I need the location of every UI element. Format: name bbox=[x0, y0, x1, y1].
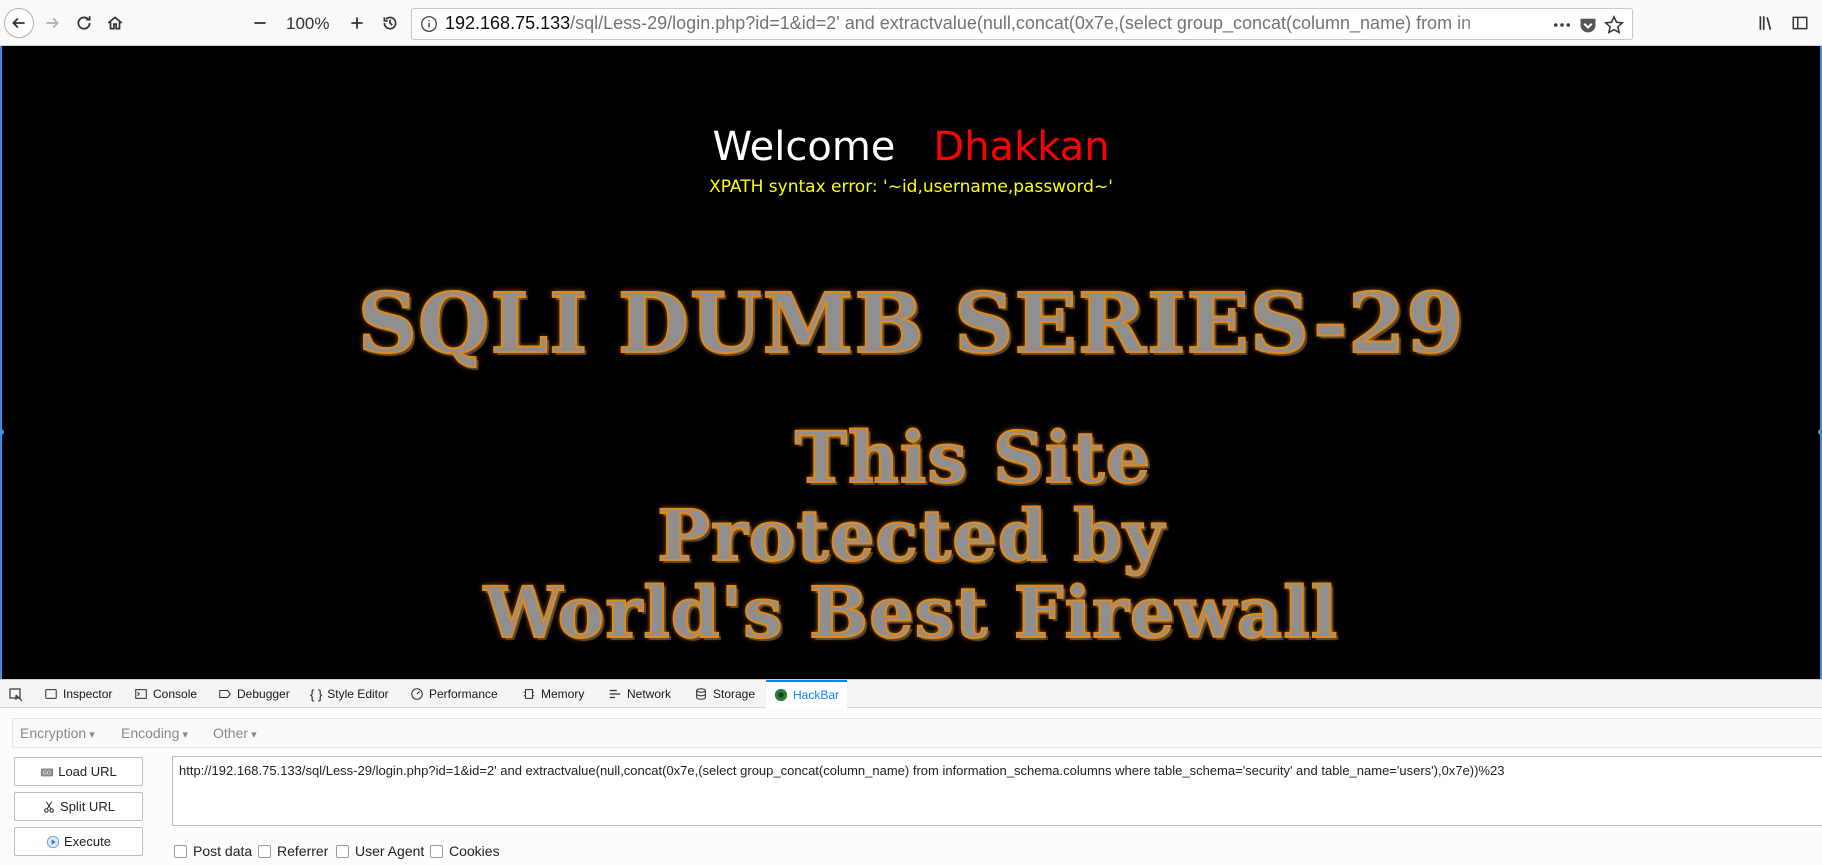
tab-debugger[interactable]: Debugger bbox=[218, 680, 290, 708]
post-data-checkbox[interactable]: Post data bbox=[174, 843, 252, 859]
tab-console[interactable]: Console bbox=[134, 680, 197, 708]
home-button[interactable] bbox=[101, 9, 129, 37]
error-message: XPATH syntax error: '~id,username,passwo… bbox=[709, 177, 1113, 197]
username-text: Dhakkan bbox=[933, 124, 1110, 170]
network-icon bbox=[609, 689, 621, 699]
banner-line-2: Protected by bbox=[656, 493, 1165, 578]
banner-line-3: World's Best Firewall bbox=[483, 570, 1339, 655]
cookies-checkbox[interactable]: Cookies bbox=[430, 843, 500, 859]
tab-network[interactable]: Network bbox=[608, 680, 671, 708]
tab-label: Performance bbox=[429, 687, 498, 701]
reload-icon bbox=[77, 16, 91, 30]
encryption-dropdown[interactable]: Encryption bbox=[20, 725, 95, 741]
execute-label: Execute bbox=[64, 834, 111, 849]
info-icon[interactable] bbox=[420, 15, 438, 33]
history-button[interactable] bbox=[376, 9, 404, 37]
zoom-in-button[interactable] bbox=[343, 9, 371, 37]
checkbox-box[interactable] bbox=[336, 844, 349, 858]
arrow-left-icon bbox=[12, 17, 25, 29]
tab-label: Style Editor bbox=[327, 687, 389, 701]
back-button[interactable] bbox=[4, 8, 34, 38]
forward-button[interactable] bbox=[38, 9, 66, 37]
welcome-text: Welcome bbox=[712, 124, 896, 170]
minus-icon bbox=[254, 22, 266, 24]
plus-icon bbox=[351, 17, 363, 29]
tab-label: Network bbox=[627, 687, 672, 701]
resize-handle-left[interactable] bbox=[0, 429, 4, 435]
arrow-right-icon bbox=[46, 17, 59, 29]
performance-icon bbox=[411, 688, 423, 700]
checkbox-label: Cookies bbox=[449, 843, 500, 859]
checkbox-label: Referrer bbox=[277, 843, 329, 859]
home-icon bbox=[107, 16, 123, 30]
svg-text:GO: GO bbox=[43, 770, 51, 776]
pocket-icon[interactable] bbox=[1578, 15, 1598, 35]
more-actions-icon[interactable] bbox=[1552, 15, 1572, 35]
tab-memory[interactable]: Memory bbox=[522, 680, 584, 708]
url-host: 192.168.75.133 bbox=[445, 13, 571, 33]
checkbox-box[interactable] bbox=[174, 844, 187, 858]
reload-button[interactable] bbox=[70, 9, 98, 37]
devtools-tabbar: Inspector Console Debugger { } Style Edi… bbox=[0, 680, 1822, 708]
element-picker-icon[interactable] bbox=[8, 687, 24, 703]
encoding-dropdown[interactable]: Encoding bbox=[121, 725, 188, 741]
hackbar-icon bbox=[774, 688, 788, 702]
tab-performance[interactable]: Performance bbox=[410, 680, 498, 708]
checkbox-label: Post data bbox=[193, 843, 253, 859]
inspector-icon bbox=[45, 689, 57, 699]
other-dropdown[interactable]: Other bbox=[213, 725, 257, 741]
browser-toolbar: 100% 192.168.75.133/sql/Less-29/login.ph… bbox=[0, 0, 1822, 46]
braces-icon: { } bbox=[310, 686, 323, 702]
banner-line-1: This Site bbox=[794, 415, 1152, 500]
hackbar-url-textarea[interactable]: http://192.168.75.133/sql/Less-29/login.… bbox=[172, 756, 1822, 826]
page-content: Welcome Dhakkan XPATH syntax error: '~id,… bbox=[0, 46, 1822, 679]
load-url-button[interactable]: GO Load URL bbox=[14, 757, 143, 786]
tab-inspector[interactable]: Inspector bbox=[44, 680, 112, 708]
tab-label: HackBar bbox=[793, 688, 840, 702]
tab-storage[interactable]: Storage bbox=[694, 680, 755, 708]
history-icon bbox=[383, 16, 397, 30]
url-bar[interactable]: 192.168.75.133/sql/Less-29/login.php?id=… bbox=[411, 8, 1633, 40]
load-url-icon: GO bbox=[41, 768, 54, 776]
bookmark-star-icon[interactable] bbox=[1604, 15, 1624, 35]
console-icon bbox=[135, 689, 147, 699]
resize-handle-right[interactable] bbox=[1818, 429, 1822, 435]
sidebar-icon bbox=[1792, 16, 1808, 30]
split-url-label: Split URL bbox=[60, 799, 115, 814]
checkbox-box[interactable] bbox=[430, 844, 443, 858]
debugger-icon bbox=[219, 689, 231, 699]
tab-style-editor[interactable]: { } Style Editor bbox=[310, 680, 389, 708]
welcome-heading: Welcome Dhakkan bbox=[2, 124, 1820, 170]
url-text[interactable]: 192.168.75.133/sql/Less-29/login.php?id=… bbox=[445, 13, 1471, 34]
scissors-icon bbox=[44, 800, 54, 813]
tab-label: Debugger bbox=[237, 687, 290, 701]
play-icon bbox=[46, 835, 60, 848]
tab-label: Storage bbox=[713, 687, 756, 701]
split-url-button[interactable]: Split URL bbox=[14, 792, 143, 821]
user-agent-checkbox[interactable]: User Agent bbox=[336, 843, 424, 859]
tab-label: Inspector bbox=[63, 687, 113, 701]
library-icon bbox=[1759, 16, 1772, 30]
hackbar-menu: Encryption Encoding Other bbox=[12, 718, 1822, 748]
checkbox-box[interactable] bbox=[258, 844, 271, 858]
tab-hackbar[interactable]: HackBar bbox=[766, 680, 848, 708]
checkbox-label: User Agent bbox=[355, 843, 425, 859]
memory-icon bbox=[523, 689, 535, 699]
load-url-label: Load URL bbox=[58, 764, 117, 779]
tab-label: Memory bbox=[541, 687, 585, 701]
banner-title: SQLI DUMB SERIES-29 bbox=[357, 275, 1465, 373]
zoom-level[interactable]: 100% bbox=[286, 14, 329, 34]
url-path: /sql/Less-29/login.php?id=1&id=2' and ex… bbox=[570, 13, 1472, 33]
zoom-out-button[interactable] bbox=[246, 9, 274, 37]
devtools-panel: Inspector Console Debugger { } Style Edi… bbox=[0, 679, 1822, 865]
execute-button[interactable]: Execute bbox=[14, 827, 143, 856]
referrer-checkbox[interactable]: Referrer bbox=[258, 843, 328, 859]
library-button[interactable] bbox=[1752, 9, 1780, 37]
sidebar-button[interactable] bbox=[1786, 9, 1814, 37]
storage-icon bbox=[696, 688, 706, 700]
tab-label: Console bbox=[153, 687, 198, 701]
